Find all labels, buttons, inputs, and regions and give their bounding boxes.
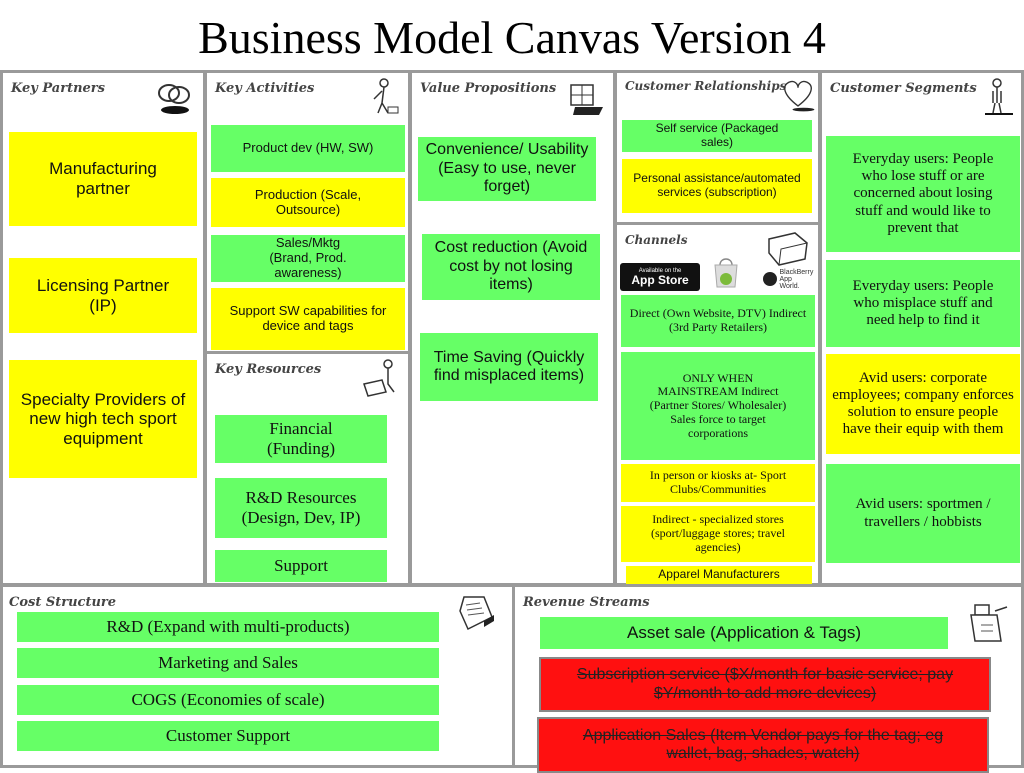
cost-structure-heading: Cost Structure xyxy=(9,595,117,610)
channel-card: In person or kiosks at- Sport Clubs/Comm… xyxy=(621,464,815,502)
customer-segment-card: Everyday users: People who misplace stuf… xyxy=(826,260,1020,347)
key-partners-panel: Key Partners Manufacturing partner Licen… xyxy=(0,70,206,586)
value-propositions-panel: Value Propositions Convenience/ Usabilit… xyxy=(409,70,616,586)
key-resources-panel: Key Resources Financial (Funding) R&D Re… xyxy=(204,351,411,586)
revenue-streams-panel: Revenue Streams Asset sale (Application … xyxy=(512,584,1024,773)
app-store-badge-label: App Store xyxy=(631,273,689,287)
key-activity-card: Support SW capabilities for device and t… xyxy=(211,288,405,350)
key-partner-card: Manufacturing partner xyxy=(9,132,197,226)
cost-item-card: COGS (Economies of scale) xyxy=(17,685,439,715)
blackberry-logo-icon xyxy=(762,272,777,286)
key-resource-card: R&D Resources (Design, Dev, IP) xyxy=(215,478,387,538)
app-store-badge[interactable]: Available on the App Store xyxy=(620,263,700,291)
channel-card: Apparel Manufacturers xyxy=(626,566,812,584)
customer-segment-card: Avid users: sportmen / travellers / hobb… xyxy=(826,464,1020,563)
page-title: Business Model Canvas Version 4 xyxy=(198,12,826,63)
channels-heading: Channels xyxy=(625,233,688,247)
channel-card-text: Direct (Own Website, DTV) Indirect (3rd … xyxy=(629,306,807,334)
key-activities-heading: Key Activities xyxy=(215,81,315,96)
channel-card: Indirect - specialized stores (sport/lug… xyxy=(621,506,815,562)
cost-item-card: Customer Support xyxy=(17,721,439,751)
customer-relationships-heading: Customer Relationships xyxy=(625,79,787,93)
heart-icon xyxy=(784,80,815,112)
key-resources-heading: Key Resources xyxy=(215,362,322,377)
channel-card: Direct (Own Website, DTV) Indirect (3rd … xyxy=(621,295,815,347)
android-market-bag-icon xyxy=(714,258,738,288)
revenue-stream-card: Asset sale (Application & Tags) xyxy=(540,617,948,649)
person-with-cart-icon xyxy=(363,359,395,397)
value-proposition-card: Cost reduction (Avoid cost by not losing… xyxy=(422,234,600,300)
gift-box-icon xyxy=(570,84,603,115)
worker-icon xyxy=(373,78,399,114)
customer-relationship-card: Personal assistance/automated services (… xyxy=(622,159,812,213)
chain-links-icon xyxy=(158,84,190,114)
cost-structure-panel: Cost Structure R&D (Expand with multi-pr… xyxy=(0,584,515,768)
standing-person-icon xyxy=(985,78,1013,115)
value-proposition-card: Convenience/ Usability (Easy to use, nev… xyxy=(418,137,596,201)
key-activity-card: Sales/Mktg (Brand, Prod. awareness) xyxy=(211,235,405,282)
channels-panel: Channels Available on the App Store Blac… xyxy=(614,222,821,586)
revenue-streams-heading: Revenue Streams xyxy=(523,595,650,610)
key-activities-panel: Key Activities Product dev (HW, SW) Prod… xyxy=(204,70,411,354)
customer-relationship-card: Self service (Packaged sales) xyxy=(622,120,812,152)
key-partners-heading: Key Partners xyxy=(11,81,105,96)
cost-item-card: R&D (Expand with multi-products) xyxy=(17,612,439,642)
customer-segment-card: Everyday users: People who lose stuff or… xyxy=(826,136,1020,252)
key-resource-card: Support xyxy=(215,550,387,582)
receipt-icon xyxy=(459,596,494,631)
customer-segments-heading: Customer Segments xyxy=(830,81,977,96)
blackberry-app-world-badge[interactable]: BlackBerry App World. xyxy=(759,268,817,290)
delivery-truck-icon xyxy=(768,232,808,266)
value-proposition-card: Time Saving (Quickly find misplaced item… xyxy=(420,333,598,401)
cost-item-card: Marketing and Sales xyxy=(17,648,439,678)
key-activity-card: Production (Scale, Outsource) xyxy=(211,178,405,227)
revenue-stream-card: Application Sales (Item Vendor pays for … xyxy=(537,717,989,773)
key-partner-card: Licensing Partner (IP) xyxy=(9,258,197,333)
value-propositions-heading: Value Propositions xyxy=(420,81,557,96)
key-resource-card: Financial (Funding) xyxy=(215,415,387,463)
blackberry-label: BlackBerry App World. xyxy=(779,268,814,290)
key-activity-card: Product dev (HW, SW) xyxy=(211,125,405,172)
customer-segments-panel: Customer Segments Everyday users: People… xyxy=(819,70,1024,586)
customer-segment-card: Avid users: corporate employees; company… xyxy=(826,354,1020,454)
key-partner-card: Specialty Providers of new high tech spo… xyxy=(9,360,197,478)
customer-relationships-panel: Customer Relationships Self service (Pac… xyxy=(614,70,821,225)
cash-register-icon xyxy=(970,604,1008,642)
channel-card: ONLY WHEN MAINSTREAM Indirect (Partner S… xyxy=(621,352,815,460)
revenue-stream-card: Subscription service ($X/month for basic… xyxy=(539,657,991,712)
